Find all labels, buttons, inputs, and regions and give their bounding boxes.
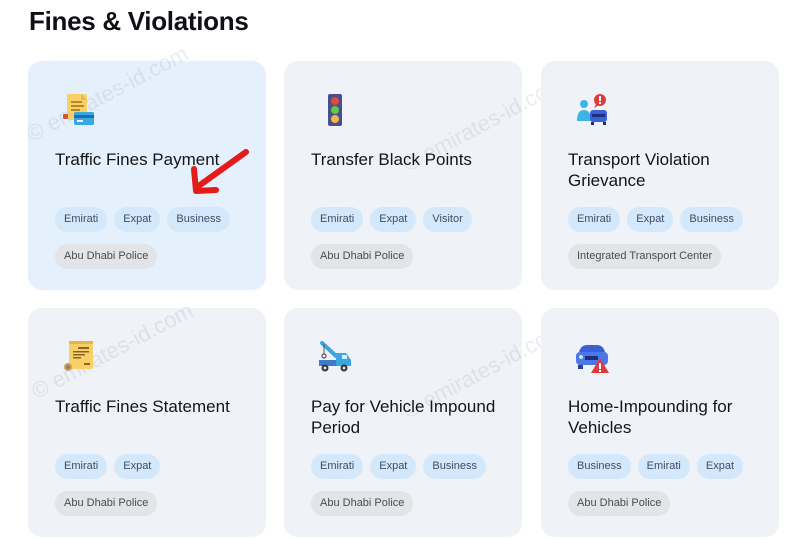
service-card-home-impounding-for-vehicles[interactable]: Home-Impounding for Vehicles Business Em… xyxy=(541,308,779,537)
service-card-transport-violation-grievance[interactable]: Transport Violation Grievance Emirati Ex… xyxy=(541,61,779,290)
entity-tag: Abu Dhabi Police xyxy=(568,491,671,516)
car-warning-icon xyxy=(573,338,611,376)
card-title: Traffic Fines Statement xyxy=(55,397,230,416)
card-title: Transfer Black Points xyxy=(311,150,472,169)
tow-truck-icon xyxy=(316,338,354,376)
person-car-alert-icon xyxy=(573,91,611,129)
audience-tag: Expat xyxy=(114,207,161,232)
card-title: Transport Violation Grievance xyxy=(568,150,710,190)
services-grid: © emirates-id.com Traffic Fines Payment … xyxy=(22,41,780,539)
audience-tag: Visitor xyxy=(423,207,472,232)
audience-tag: Expat xyxy=(627,207,674,232)
tag-list: Emirati Expat Visitor Abu Dhabi Police xyxy=(311,207,516,269)
audience-tag: Business xyxy=(167,207,231,232)
card-title: Home-Impounding for Vehicles xyxy=(568,397,733,437)
card-title: Pay for Vehicle Impound Period xyxy=(311,397,496,437)
audience-tag: Expat xyxy=(114,454,161,479)
service-card-pay-for-vehicle-impound-period[interactable]: © emirates-id.com Pay for Vehicle Impoun… xyxy=(284,308,568,537)
audience-tag: Business xyxy=(568,454,631,479)
audience-tag: Emirati xyxy=(55,454,108,479)
audience-tag: Emirati xyxy=(568,207,621,232)
entity-tag: Integrated Transport Center xyxy=(568,244,722,269)
traffic-light-icon xyxy=(316,91,354,129)
card-title: Traffic Fines Payment xyxy=(55,150,220,169)
audience-tag: Expat xyxy=(696,454,744,479)
tag-list: Emirati Expat Business Integrated Transp… xyxy=(568,207,773,269)
tag-list: Business Emirati Expat Abu Dhabi Police xyxy=(568,454,773,516)
entity-tag: Abu Dhabi Police xyxy=(311,491,414,516)
page-title: Fines & Violations xyxy=(29,6,249,36)
audience-tag: Business xyxy=(423,454,487,479)
audience-tag: Expat xyxy=(370,454,417,479)
tag-list: Emirati Expat Business Abu Dhabi Police xyxy=(55,207,260,269)
audience-tag: Expat xyxy=(370,207,417,232)
entity-tag: Abu Dhabi Police xyxy=(55,244,158,269)
service-card-traffic-fines-statement[interactable]: © emirates-id.com Traffic Fines Statemen… xyxy=(27,298,266,537)
audience-tag: Emirati xyxy=(311,454,364,479)
audience-tag: Emirati xyxy=(637,454,690,479)
watermark: © emirates-id.com xyxy=(27,297,197,404)
statement-document-icon xyxy=(60,338,98,376)
entity-tag: Abu Dhabi Police xyxy=(311,244,414,269)
service-card-traffic-fines-payment[interactable]: © emirates-id.com Traffic Fines Payment … xyxy=(22,41,266,290)
audience-tag: Emirati xyxy=(55,207,108,232)
service-card-transfer-black-points[interactable]: © emirates-id.com Transfer Black Points … xyxy=(284,61,568,290)
tag-list: Emirati Expat Abu Dhabi Police xyxy=(55,454,260,516)
tag-list: Emirati Expat Business Abu Dhabi Police xyxy=(311,454,516,516)
audience-tag: Emirati xyxy=(311,207,364,232)
bill-with-card-icon xyxy=(60,91,98,129)
watermark: © emirates-id.com xyxy=(22,40,192,147)
audience-tag: Business xyxy=(680,207,744,232)
entity-tag: Abu Dhabi Police xyxy=(55,491,158,516)
